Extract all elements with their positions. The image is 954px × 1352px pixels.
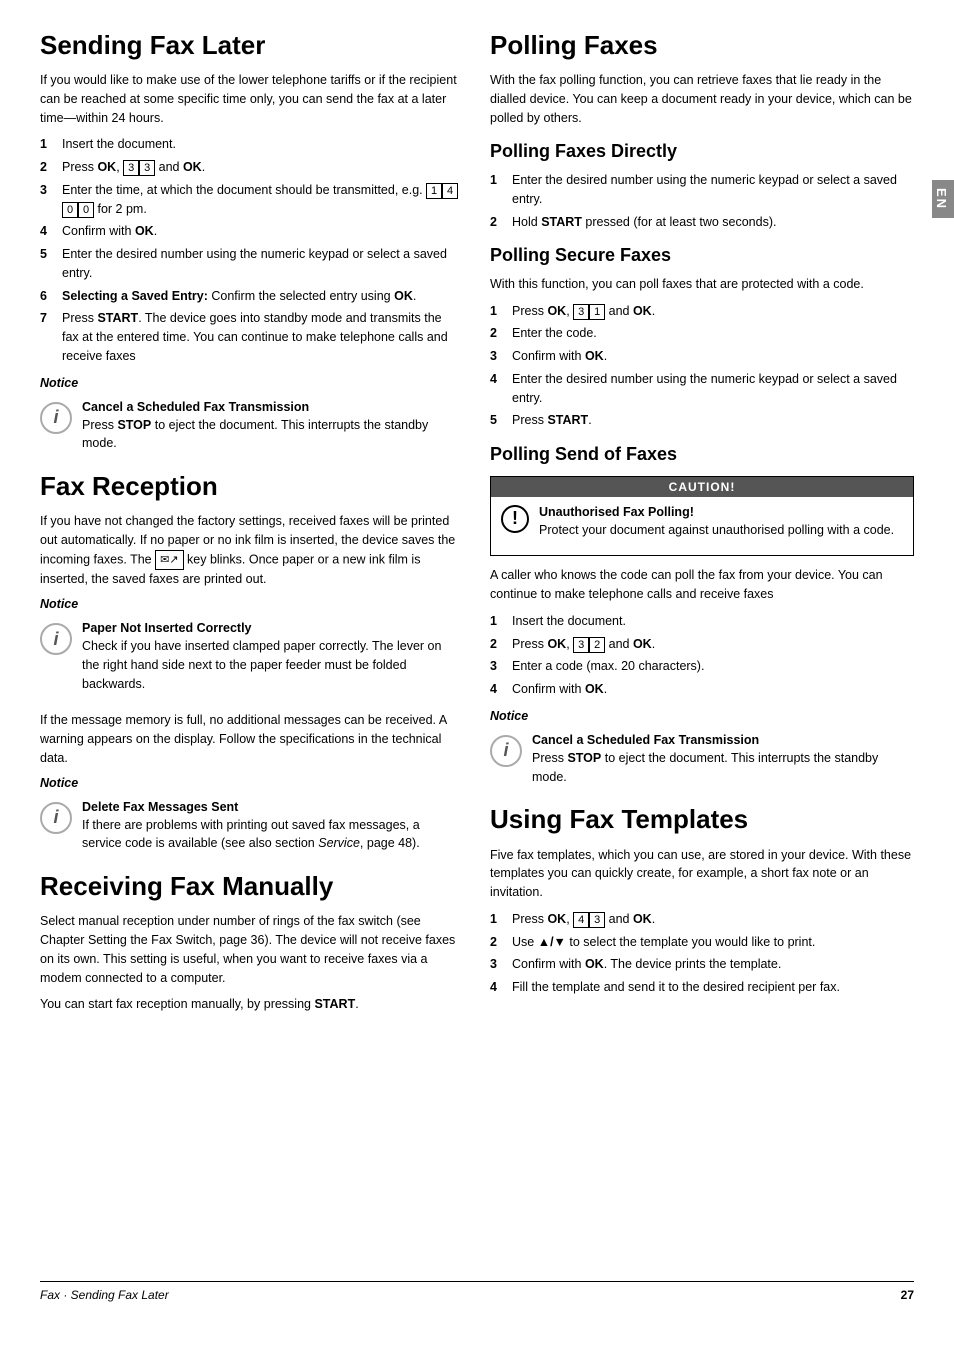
notice-title-1: Cancel a Scheduled Fax Transmission: [82, 400, 460, 414]
caution-title: Unauthorised Fax Polling!: [539, 505, 894, 519]
caution-box: CAUTION! ! Unauthorised Fax Polling! Pro…: [490, 476, 914, 557]
template-step-4: 4 Fill the template and send it to the d…: [490, 978, 914, 997]
step-7: 7 Press START. The device goes into stan…: [40, 309, 460, 365]
caution-header: CAUTION!: [491, 477, 913, 497]
polling-send-steps: 1 Insert the document. 2 Press OK, 32 an…: [490, 612, 914, 699]
notice-text-2: Paper Not Inserted Correctly Check if yo…: [82, 621, 460, 701]
notice-text-4: Cancel a Scheduled Fax Transmission Pres…: [532, 733, 914, 795]
step-6: 6 Selecting a Saved Entry: Confirm the s…: [40, 287, 460, 306]
notice-box-2: i Paper Not Inserted Correctly Check if …: [40, 621, 460, 701]
polling-secure-faxes-steps: 1 Press OK, 31 and OK. 2 Enter the code.…: [490, 302, 914, 431]
poll-direct-step-2: 2 Hold START pressed (for at least two s…: [490, 213, 914, 232]
sending-fax-later-intro: If you would like to make use of the low…: [40, 71, 460, 127]
caution-icon: !: [501, 505, 529, 533]
poll-send-step-1: 1 Insert the document.: [490, 612, 914, 631]
poll-secure-step-1: 1 Press OK, 31 and OK.: [490, 302, 914, 321]
polling-faxes-directly-steps: 1 Enter the desired number using the num…: [490, 171, 914, 231]
page-footer: Fax · Sending Fax Later 27: [40, 1281, 914, 1302]
notice-title-4: Cancel a Scheduled Fax Transmission: [532, 733, 914, 747]
fax-reception-intro: If you have not changed the factory sett…: [40, 512, 460, 589]
step-5: 5 Enter the desired number using the num…: [40, 245, 460, 283]
receiving-fax-manually-title: Receiving Fax Manually: [40, 871, 460, 902]
fax-templates-steps: 1 Press OK, 43 and OK. 2 Use ▲/▼ to sele…: [490, 910, 914, 997]
right-column: Polling Faxes With the fax polling funct…: [490, 30, 914, 1261]
notice-box-4: i Cancel a Scheduled Fax Transmission Pr…: [490, 733, 914, 795]
polling-send-faxes-title: Polling Send of Faxes: [490, 444, 914, 466]
polling-faxes-intro: With the fax polling function, you can r…: [490, 71, 914, 127]
sending-fax-later-title: Sending Fax Later: [40, 30, 460, 61]
notice-box-3: i Delete Fax Messages Sent If there are …: [40, 800, 460, 862]
poll-send-step-4: 4 Confirm with OK.: [490, 680, 914, 699]
using-fax-templates-title: Using Fax Templates: [490, 804, 914, 835]
notice-text-1: Cancel a Scheduled Fax Transmission Pres…: [82, 400, 460, 462]
template-step-1: 1 Press OK, 43 and OK.: [490, 910, 914, 929]
poll-send-step-2: 2 Press OK, 32 and OK.: [490, 635, 914, 654]
polling-secure-faxes-intro: With this function, you can poll faxes t…: [490, 275, 914, 294]
receiving-fax-manually-para2: You can start fax reception manually, by…: [40, 995, 460, 1014]
poll-send-step-3: 3 Enter a code (max. 20 characters).: [490, 657, 914, 676]
info-icon-1: i: [40, 402, 72, 434]
notice-label-2: Notice: [40, 597, 460, 611]
sending-fax-later-steps: 1 Insert the document. 2 Press OK, 33 an…: [40, 135, 460, 365]
caution-body: ! Unauthorised Fax Polling! Protect your…: [491, 497, 913, 556]
using-fax-templates-intro: Five fax templates, which you can use, a…: [490, 846, 914, 902]
caution-text: Unauthorised Fax Polling! Protect your d…: [539, 505, 894, 548]
poll-direct-step-1: 1 Enter the desired number using the num…: [490, 171, 914, 209]
left-column: Sending Fax Later If you would like to m…: [40, 30, 460, 1261]
footer-left: Fax · Sending Fax Later: [40, 1288, 169, 1302]
receiving-fax-manually-para1: Select manual reception under number of …: [40, 912, 460, 987]
notice-label-1: Notice: [40, 376, 460, 390]
template-step-2: 2 Use ▲/▼ to select the template you wou…: [490, 933, 914, 952]
polling-faxes-title: Polling Faxes: [490, 30, 914, 61]
step-1: 1 Insert the document.: [40, 135, 460, 154]
notice-box-1: i Cancel a Scheduled Fax Transmission Pr…: [40, 400, 460, 462]
info-icon-4: i: [490, 735, 522, 767]
step-4: 4 Confirm with OK.: [40, 222, 460, 241]
polling-faxes-directly-title: Polling Faxes Directly: [490, 141, 914, 163]
step-2: 2 Press OK, 33 and OK.: [40, 158, 460, 177]
notice-title-2: Paper Not Inserted Correctly: [82, 621, 460, 635]
poll-secure-step-2: 2 Enter the code.: [490, 324, 914, 343]
step-3: 3 Enter the time, at which the document …: [40, 181, 460, 219]
notice-text-3: Delete Fax Messages Sent If there are pr…: [82, 800, 460, 862]
fax-reception-title: Fax Reception: [40, 471, 460, 502]
info-icon-2: i: [40, 623, 72, 655]
en-tab: EN: [932, 180, 954, 218]
template-step-3: 3 Confirm with OK. The device prints the…: [490, 955, 914, 974]
poll-secure-step-4: 4 Enter the desired number using the num…: [490, 370, 914, 408]
notice-label-3: Notice: [40, 776, 460, 790]
notice-title-3: Delete Fax Messages Sent: [82, 800, 460, 814]
poll-secure-step-3: 3 Confirm with OK.: [490, 347, 914, 366]
poll-secure-step-5: 5 Press START.: [490, 411, 914, 430]
polling-secure-faxes-title: Polling Secure Faxes: [490, 245, 914, 267]
fax-reception-para: If the message memory is full, no additi…: [40, 711, 460, 767]
info-icon-3: i: [40, 802, 72, 834]
footer-right: 27: [901, 1288, 914, 1302]
notice-label-4: Notice: [490, 709, 914, 723]
polling-send-para: A caller who knows the code can poll the…: [490, 566, 914, 604]
page: EN Sending Fax Later If you would like t…: [0, 0, 954, 1352]
